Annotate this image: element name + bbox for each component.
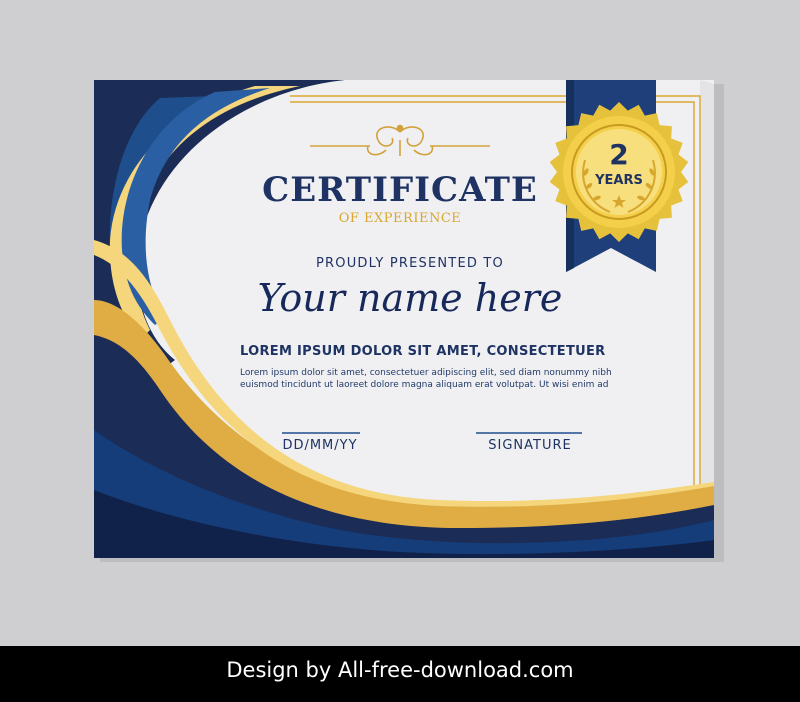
certificate-scene: 2 YEARS CERTIFICATE OF EXPERIENCE PROUDL… <box>0 0 800 702</box>
signature-label: SIGNATURE <box>488 438 572 453</box>
badge-label: YEARS <box>594 173 643 188</box>
certificate-subtitle: OF EXPERIENCE <box>338 211 462 226</box>
description-line-2: euismod tincidunt ut laoreet dolore magn… <box>240 380 609 390</box>
footer-credit: Design by All-free-download.com <box>226 658 574 682</box>
badge-number: 2 <box>609 138 628 171</box>
recipient-name: Your name here <box>257 276 563 320</box>
footer-bar: Design by All-free-download.com <box>0 646 800 702</box>
description-heading: LOREM IPSUM DOLOR SIT AMET, CONSECTETUER <box>240 344 606 359</box>
description-line-1: Lorem ipsum dolor sit amet, consectetuer… <box>240 368 612 378</box>
presented-to-text: PROUDLY PRESENTED TO <box>316 256 504 271</box>
certificate-title: CERTIFICATE <box>262 170 538 210</box>
date-label: DD/MM/YY <box>282 438 358 453</box>
